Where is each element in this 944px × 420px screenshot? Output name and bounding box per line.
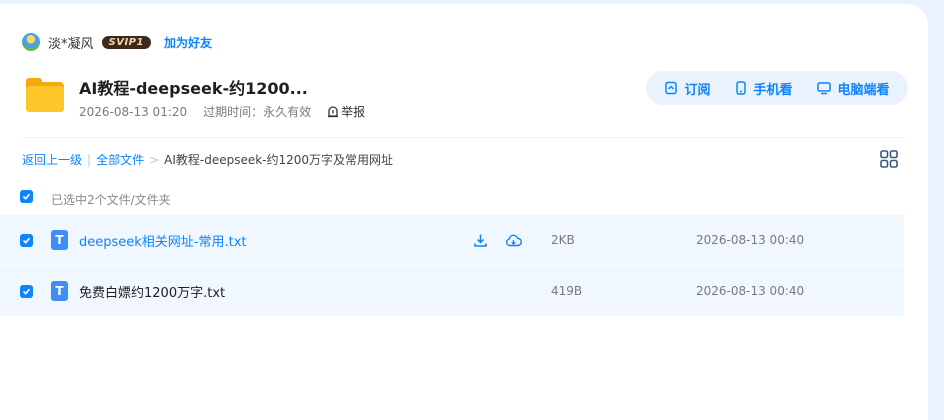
desktop-view-label: 电脑端看 [837, 82, 890, 98]
breadcrumb: 返回上一级 | 全部文件 > AI教程-deepseek-约1200万字及常用网… [22, 151, 393, 168]
expire-label: 过期时间： [203, 105, 264, 119]
owner-row: 淡*凝风 SVIP1 加为好友 [22, 31, 212, 53]
file-row[interactable]: T deepseek相关网址-常用.txt 2KB 2026-08-13 00:… [0, 215, 904, 265]
breadcrumb-arrow: > [149, 152, 160, 167]
all-files-link[interactable]: 全部文件 [96, 151, 144, 168]
report-label: 举报 [341, 105, 366, 119]
file-size: 419B [551, 284, 583, 298]
breadcrumb-separator: | [87, 152, 92, 167]
share-meta: 2026-08-13 01:20 过期时间： 永久有效 举报 [79, 103, 365, 120]
report-button[interactable]: 举报 [327, 103, 365, 120]
file-row[interactable]: T 免费白嫖约1200万字.txt 419B 2026-08-13 00:40 [0, 266, 904, 316]
back-link[interactable]: 返回上一级 [22, 151, 82, 168]
desktop-view-button[interactable]: 电脑端看 [817, 79, 890, 98]
add-friend-link[interactable]: 加为好友 [164, 34, 212, 51]
monitor-icon [817, 82, 832, 95]
expire-value: 永久有效 [263, 105, 312, 119]
save-to-cloud-icon[interactable] [505, 233, 522, 248]
report-icon [328, 105, 339, 117]
mobile-view-label: 手机看 [753, 82, 793, 98]
owner-name[interactable]: 淡*凝风 [48, 33, 94, 52]
share-page-card: 淡*凝风 SVIP1 加为好友 AI教程-deepseek-约1200... 2… [0, 4, 928, 420]
file-name[interactable]: 免费白嫖约1200万字.txt [79, 282, 225, 301]
txt-file-icon: T [51, 230, 68, 250]
check-icon [22, 193, 31, 200]
share-title: AI教程-deepseek-约1200... [79, 79, 308, 98]
breadcrumb-current: AI教程-deepseek-约1200万字及常用网址 [164, 153, 394, 167]
file-checkbox[interactable] [20, 284, 33, 298]
subscribe-button[interactable]: 订阅 [664, 79, 711, 98]
mobile-view-button[interactable]: 手机看 [735, 79, 793, 98]
file-time: 2026-08-13 00:40 [696, 284, 805, 298]
grid-view-icon[interactable] [880, 150, 898, 172]
phone-icon [736, 81, 747, 95]
download-icon[interactable] [473, 233, 488, 248]
txt-file-icon: T [51, 281, 68, 301]
file-name[interactable]: deepseek相关网址-常用.txt [79, 231, 247, 250]
select-all-checkbox[interactable] [20, 190, 33, 203]
check-icon [22, 237, 31, 244]
bookmark-icon [665, 81, 678, 95]
avatar[interactable] [22, 33, 40, 51]
header-divider [22, 137, 906, 138]
vip-badge: SVIP1 [101, 35, 151, 49]
folder-icon [22, 72, 70, 120]
file-time: 2026-08-13 00:40 [696, 233, 805, 247]
share-created-time: 2026-08-13 01:20 [79, 104, 188, 119]
view-actions: 订阅 手机看 电脑端看 [646, 71, 908, 105]
select-all [20, 190, 33, 203]
file-checkbox[interactable] [20, 233, 33, 247]
subscribe-label: 订阅 [684, 82, 711, 98]
selected-count: 已选中2个文件/文件夹 [51, 193, 171, 207]
check-icon [22, 288, 31, 295]
file-size: 2KB [551, 233, 575, 247]
